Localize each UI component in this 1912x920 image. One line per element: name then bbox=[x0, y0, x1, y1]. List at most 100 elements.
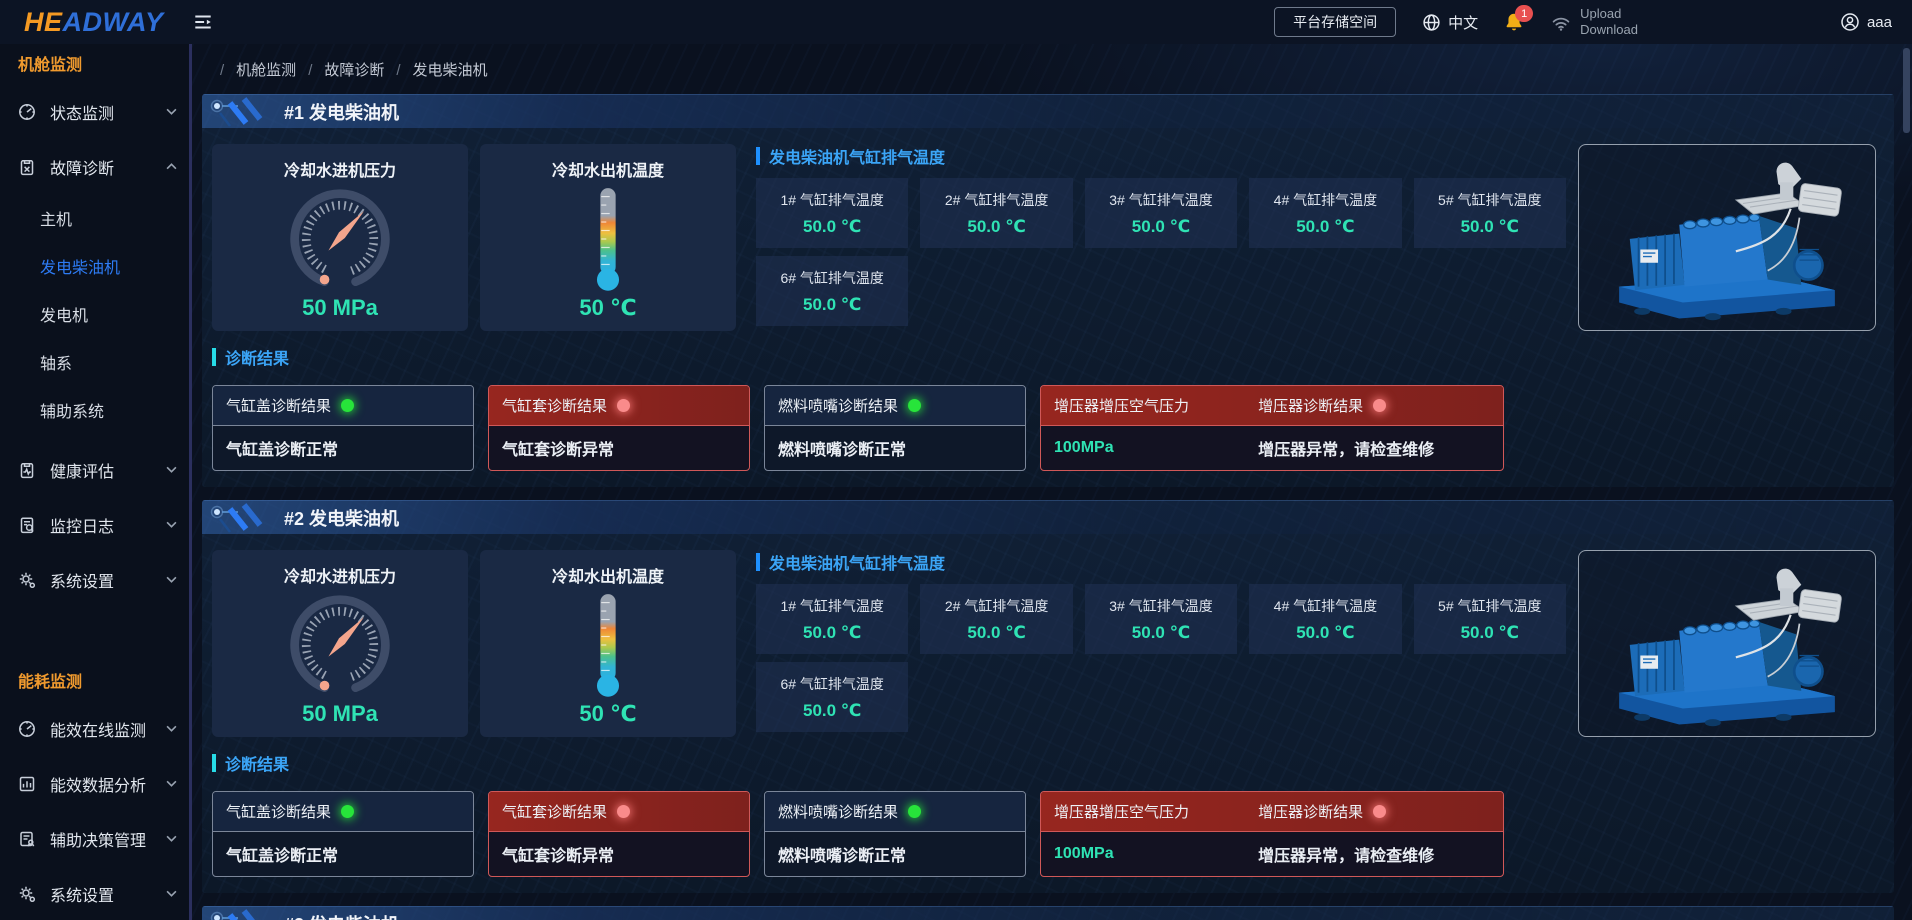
breadcrumb: 机舱监测 故障诊断 发电柴油机 bbox=[202, 54, 1896, 84]
diagnosis-header-label: 气缸盖诊断结果 bbox=[226, 395, 331, 416]
storage-space-button[interactable]: 平台存储空间 bbox=[1274, 7, 1396, 37]
panel-title: #2 发电柴油机 bbox=[284, 505, 399, 531]
sidebar-item-system-settings[interactable]: 系统设置 bbox=[0, 552, 189, 607]
sidebar-subitem[interactable]: 发电机 bbox=[0, 290, 189, 338]
metric-value: 50 ℃ bbox=[579, 701, 636, 727]
gauge-icon bbox=[17, 719, 39, 739]
chevron-down-icon bbox=[166, 890, 177, 897]
cylinder-temp-card: 3# 气缸排气温度 50.0 ℃ bbox=[1085, 178, 1237, 248]
pressure-gauge bbox=[280, 589, 400, 701]
status-dot bbox=[1373, 399, 1386, 412]
chevron-down-icon bbox=[166, 725, 177, 732]
section-title-text: 诊断结果 bbox=[225, 751, 289, 775]
diesel-engine-illustration bbox=[1596, 560, 1858, 728]
diagnosis-card-header: 气缸套诊断结果 bbox=[489, 386, 749, 426]
status-dot bbox=[908, 399, 921, 412]
status-dot bbox=[341, 399, 354, 412]
cylinder-temp-card: 4# 气缸排气温度 50.0 ℃ bbox=[1249, 178, 1401, 248]
chevron-down-icon bbox=[166, 780, 177, 787]
diagnosis-section-title: 诊断结果 bbox=[212, 751, 1894, 775]
cylinder-label: 5# 气缸排气温度 bbox=[1438, 596, 1541, 616]
cylinder-temperature-section: 发电柴油机气缸排气温度 1# 气缸排气温度 50.0 ℃ bbox=[748, 550, 1566, 737]
section-title: 发电柴油机气缸排气温度 bbox=[756, 550, 1566, 574]
thermometer bbox=[573, 589, 643, 701]
diesel-engine-panel: #3 发电柴油机 bbox=[202, 906, 1894, 920]
sidebar-section-engine-room: 机舱监测 bbox=[0, 46, 189, 84]
coolant-outlet-temperature-card: 冷却水出机温度 bbox=[480, 144, 736, 331]
sidebar-subitem[interactable]: 主机 bbox=[0, 194, 189, 242]
sidebar-item-energy-online-monitoring[interactable]: 能效在线监测 bbox=[0, 701, 189, 756]
diesel-engine-panel: #2 发电柴油机 冷却水进机压力 bbox=[202, 500, 1894, 893]
cylinder-temp-card: 5# 气缸排气温度 50.0 ℃ bbox=[1414, 584, 1566, 654]
turbocharger-card-header: 增压器增压空气压力 增压器诊断结果 bbox=[1041, 792, 1503, 832]
bar-chart-icon bbox=[17, 774, 39, 794]
turbo-result-label: 增压器诊断结果 bbox=[1258, 801, 1363, 822]
title-accent-bar bbox=[756, 553, 760, 571]
panel-header: #3 发电柴油机 bbox=[202, 906, 1894, 920]
metrics-row: 冷却水进机压力 50 MPa 冷却水出机温度 bbox=[202, 128, 1894, 331]
diagnosis-header-label: 燃料喷嘴诊断结果 bbox=[778, 395, 898, 416]
chevron-down-icon bbox=[166, 835, 177, 842]
turbo-pressure-label: 增压器增压空气压力 bbox=[1054, 801, 1189, 822]
turbocharger-card-body: 100MPa 增压器异常，请检查维修 bbox=[1041, 832, 1503, 876]
title-accent-bar bbox=[212, 754, 216, 772]
sidebar-subitem[interactable]: 发电柴油机 bbox=[0, 242, 189, 290]
panel-title: #1 发电柴油机 bbox=[284, 99, 399, 125]
sidebar-subitem[interactable]: 轴系 bbox=[0, 338, 189, 386]
gauge-icon bbox=[17, 102, 39, 122]
content-area: 机舱监测 故障诊断 发电柴油机 bbox=[192, 44, 1912, 920]
section-title-text: 诊断结果 bbox=[225, 345, 289, 369]
breadcrumb-item[interactable]: 机舱监测 bbox=[220, 59, 296, 80]
status-dot bbox=[1373, 805, 1386, 818]
sidebar-item-fault-diagnosis[interactable]: 故障诊断 bbox=[0, 139, 189, 194]
breadcrumb-item[interactable]: 故障诊断 bbox=[308, 59, 384, 80]
diagnosis-card: 燃料喷嘴诊断结果 燃料喷嘴诊断正常 bbox=[764, 385, 1026, 471]
diesel-engine-illustration bbox=[1596, 154, 1858, 322]
username: aaa bbox=[1867, 14, 1892, 31]
coolant-inlet-pressure-card: 冷却水进机压力 50 MPa bbox=[212, 144, 468, 331]
chevron-down-icon bbox=[166, 576, 177, 583]
diagnosis-card-header: 燃料喷嘴诊断结果 bbox=[765, 386, 1025, 426]
user-menu[interactable]: aaa bbox=[1840, 12, 1892, 32]
sidebar-item-label: 监控日志 bbox=[50, 513, 114, 537]
sidebar-item-status-monitoring[interactable]: 状态监测 bbox=[0, 84, 189, 139]
cylinder-grid: 1# 气缸排气温度 50.0 ℃ 2# 气缸排气温度 50.0 ℃ bbox=[756, 178, 1566, 326]
sidebar-item-label: 状态监测 bbox=[50, 100, 114, 124]
coolant-outlet-temperature-card: 冷却水出机温度 bbox=[480, 550, 736, 737]
panels-container: #1 发电柴油机 冷却水进机压力 bbox=[202, 94, 1896, 920]
cylinder-label: 2# 气缸排气温度 bbox=[945, 190, 1048, 210]
cylinder-value: 50.0 ℃ bbox=[803, 217, 861, 237]
diagnosis-header-label: 气缸盖诊断结果 bbox=[226, 801, 331, 822]
sidebar-subitem[interactable]: 辅助系统 bbox=[0, 386, 189, 434]
menu-collapse-button[interactable] bbox=[192, 11, 214, 33]
diagnosis-card: 燃料喷嘴诊断结果 燃料喷嘴诊断正常 bbox=[764, 791, 1026, 877]
cylinder-temp-card: 2# 气缸排气温度 50.0 ℃ bbox=[920, 584, 1072, 654]
turbo-result-message: 增压器异常，请检查维修 bbox=[1258, 842, 1434, 866]
turbocharger-card-body: 100MPa 增压器异常，请检查维修 bbox=[1041, 426, 1503, 470]
cylinder-value: 50.0 ℃ bbox=[1132, 217, 1190, 237]
sidebar: 机舱监测 状态监测 故障诊断 主机 bbox=[0, 44, 192, 920]
language-selector[interactable]: 中文 bbox=[1422, 12, 1478, 33]
upload-download[interactable]: Upload Download bbox=[1550, 6, 1638, 39]
sidebar-item-monitoring-log[interactable]: 监控日志 bbox=[0, 497, 189, 552]
main-area: 机舱监测 状态监测 故障诊断 主机 bbox=[0, 44, 1912, 920]
cylinder-value: 50.0 ℃ bbox=[1296, 217, 1354, 237]
sidebar-item-health-assessment[interactable]: 健康评估 bbox=[0, 442, 189, 497]
diagnosis-card-header: 燃料喷嘴诊断结果 bbox=[765, 792, 1025, 832]
sidebar-item-decision-management[interactable]: 辅助决策管理 bbox=[0, 811, 189, 866]
sidebar-item-energy-data-analysis[interactable]: 能效数据分析 bbox=[0, 756, 189, 811]
metric-title: 冷却水进机压力 bbox=[284, 157, 396, 181]
breadcrumb-item[interactable]: 发电柴油机 bbox=[396, 59, 487, 80]
turbo-result-message: 增压器异常，请检查维修 bbox=[1258, 436, 1434, 460]
metric-value: 50 ℃ bbox=[579, 295, 636, 321]
panel-header: #2 发电柴油机 bbox=[202, 500, 1894, 534]
scrollbar-thumb[interactable] bbox=[1903, 48, 1910, 133]
logo-text-blue: ADWAY bbox=[63, 7, 164, 37]
diagnosis-card-body: 燃料喷嘴诊断正常 bbox=[765, 426, 1025, 470]
topbar: HEADWAY 平台存储空间 中文 1 bbox=[0, 0, 1912, 44]
sidebar-item-system-settings-2[interactable]: 系统设置 bbox=[0, 866, 189, 920]
panel-title: #3 发电柴油机 bbox=[284, 911, 399, 920]
notification-bell[interactable]: 1 bbox=[1504, 12, 1524, 32]
headway-logo: HEADWAY bbox=[24, 7, 164, 38]
cylinder-temp-card: 6# 气缸排气温度 50.0 ℃ bbox=[756, 662, 908, 732]
